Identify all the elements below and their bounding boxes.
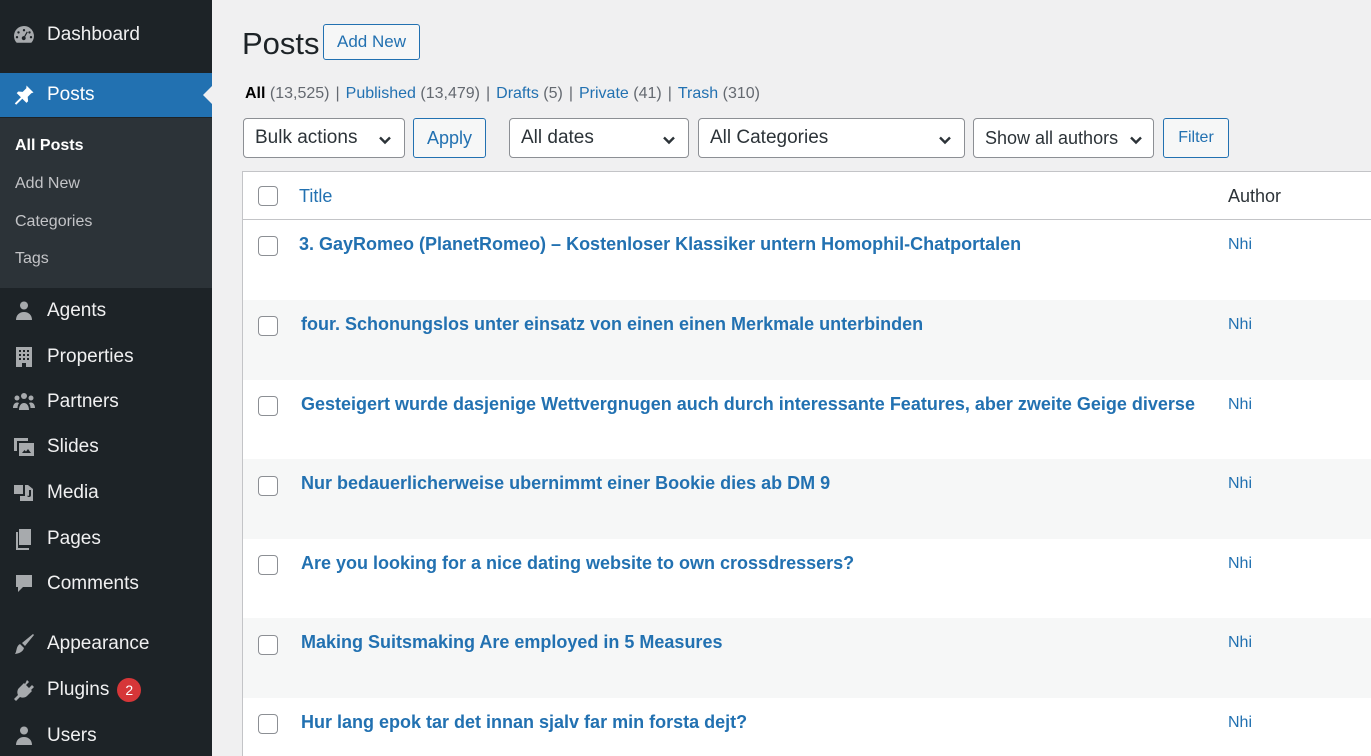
sidebar-item-label: Media [47,482,99,503]
row-checkbox[interactable] [258,714,278,734]
row-checkbox[interactable] [258,236,278,256]
filter-trash[interactable]: Trash (310) [678,85,760,102]
sidebar-item-properties[interactable]: Properties [0,335,212,379]
pages-icon [0,527,47,551]
table-row: Making Suitsmaking Are employed in 5 Mea… [243,618,1371,698]
chevron-down-icon [662,131,676,145]
sidebar-item-users[interactable]: Users [0,714,212,756]
filter-published[interactable]: Published (13,479) [346,85,480,102]
column-author-header: Author [1228,186,1282,206]
sidebar-item-label: Partners [47,391,119,412]
table-row: Hur lang epok tar det innan sjalv far mi… [243,698,1371,756]
filter-button[interactable]: Filter [1163,118,1229,158]
authors-select[interactable]: Show all authors [973,118,1154,158]
sidebar-item-posts[interactable]: Posts [0,73,212,117]
post-author-link[interactable]: Nhi [1228,714,1252,732]
table-row: Nur bedauerlicherweise ubernimmt einer B… [243,459,1371,539]
sidebar-item-slides[interactable]: Slides [0,425,212,469]
media-icon [0,481,47,505]
sidebar-item-comments[interactable]: Comments [0,562,212,606]
sidebar-item-agents[interactable]: Agents [0,289,212,333]
comment-icon [0,572,47,596]
chevron-down-icon [938,131,952,145]
submenu-all-posts[interactable]: All Posts [15,137,83,155]
sidebar-item-label: Comments [47,573,139,594]
admin-sidebar: Dashboard Posts All Posts Add New Catego… [0,0,212,756]
filter-all[interactable]: All (13,525) [245,85,330,102]
filter-private[interactable]: Private (41) [579,85,662,102]
bulk-actions-select[interactable]: Bulk actions [243,118,405,158]
post-author-link[interactable]: Nhi [1228,555,1252,573]
sidebar-item-label: Posts [47,84,95,105]
sidebar-item-pages[interactable]: Pages [0,517,212,561]
select-all-checkbox[interactable] [258,186,278,206]
slides-icon [0,435,47,459]
post-author-link[interactable]: Nhi [1228,634,1252,652]
apply-button[interactable]: Apply [413,118,486,158]
categories-select[interactable]: All Categories [698,118,965,158]
sidebar-item-label: Plugins [47,679,110,700]
sidebar-item-dashboard[interactable]: Dashboard [0,13,212,57]
sidebar-item-label: Pages [47,528,101,549]
table-row: Gesteigert wurde dasjenige Wettvergnugen… [243,380,1371,460]
column-title-header[interactable]: Title [299,186,332,207]
sidebar-item-label: Slides [47,436,99,457]
sidebar-item-label: Properties [47,346,134,367]
post-status-filters: All (13,525) | Published (13,479) | Drafts (… [245,85,760,102]
post-author-link[interactable]: Nhi [1228,316,1252,334]
posts-table: Title Author 3. GayRomeo (PlanetRomeo) –… [242,171,1371,756]
post-author-link[interactable]: Nhi [1228,236,1252,254]
posts-submenu: All Posts Add New Categories Tags [0,118,212,288]
post-title-link[interactable]: Making Suitsmaking Are employed in 5 Mea… [301,632,722,653]
users-icon [0,724,47,748]
sidebar-item-label: Dashboard [47,24,140,45]
post-author-link[interactable]: Nhi [1228,475,1252,493]
building-icon [0,345,47,369]
filter-drafts[interactable]: Drafts (5) [496,85,563,102]
sidebar-item-label: Users [47,725,97,746]
submenu-add-new[interactable]: Add New [15,175,80,193]
sidebar-item-label: Appearance [47,633,150,654]
post-title-link[interactable]: Hur lang epok tar det innan sjalv far mi… [301,712,747,733]
post-title-link[interactable]: 3. GayRomeo (PlanetRomeo) – Kostenloser … [299,234,1021,255]
sidebar-item-media[interactable]: Media [0,471,212,515]
brush-icon [0,632,47,656]
table-header: Title Author [243,172,1371,220]
post-title-link[interactable]: four. Schonungslos unter einsatz von ein… [301,314,923,335]
row-checkbox[interactable] [258,635,278,655]
plugin-icon [0,678,47,702]
post-author-link[interactable]: Nhi [1228,396,1252,414]
table-row: four. Schonungslos unter einsatz von ein… [243,300,1371,380]
chevron-down-icon [1129,131,1143,145]
plugins-update-badge: 2 [117,678,142,702]
pin-icon [0,83,47,107]
sidebar-item-plugins[interactable]: Plugins 2 [0,668,212,712]
post-title-link[interactable]: Nur bedauerlicherweise ubernimmt einer B… [301,473,830,494]
dashboard-icon [0,23,47,47]
post-title-link[interactable]: Gesteigert wurde dasjenige Wettvergnugen… [301,394,1195,415]
sidebar-item-appearance[interactable]: Appearance [0,622,212,666]
groups-icon [0,390,47,414]
chevron-down-icon [378,131,392,145]
row-checkbox[interactable] [258,396,278,416]
submenu-categories[interactable]: Categories [15,213,92,231]
row-checkbox[interactable] [258,555,278,575]
submenu-tags[interactable]: Tags [15,250,49,268]
row-checkbox[interactable] [258,476,278,496]
row-checkbox[interactable] [258,316,278,336]
page-title: Posts [242,26,320,61]
post-title-link[interactable]: Are you looking for a nice dating websit… [301,553,854,574]
sidebar-item-label: Agents [47,300,107,321]
table-row: 3. GayRomeo (PlanetRomeo) – Kostenloser … [243,220,1371,300]
dates-select[interactable]: All dates [509,118,689,158]
sidebar-item-partners[interactable]: Partners [0,380,212,424]
person-icon [0,299,47,323]
add-new-button[interactable]: Add New [323,24,420,60]
table-row: Are you looking for a nice dating websit… [243,539,1371,619]
